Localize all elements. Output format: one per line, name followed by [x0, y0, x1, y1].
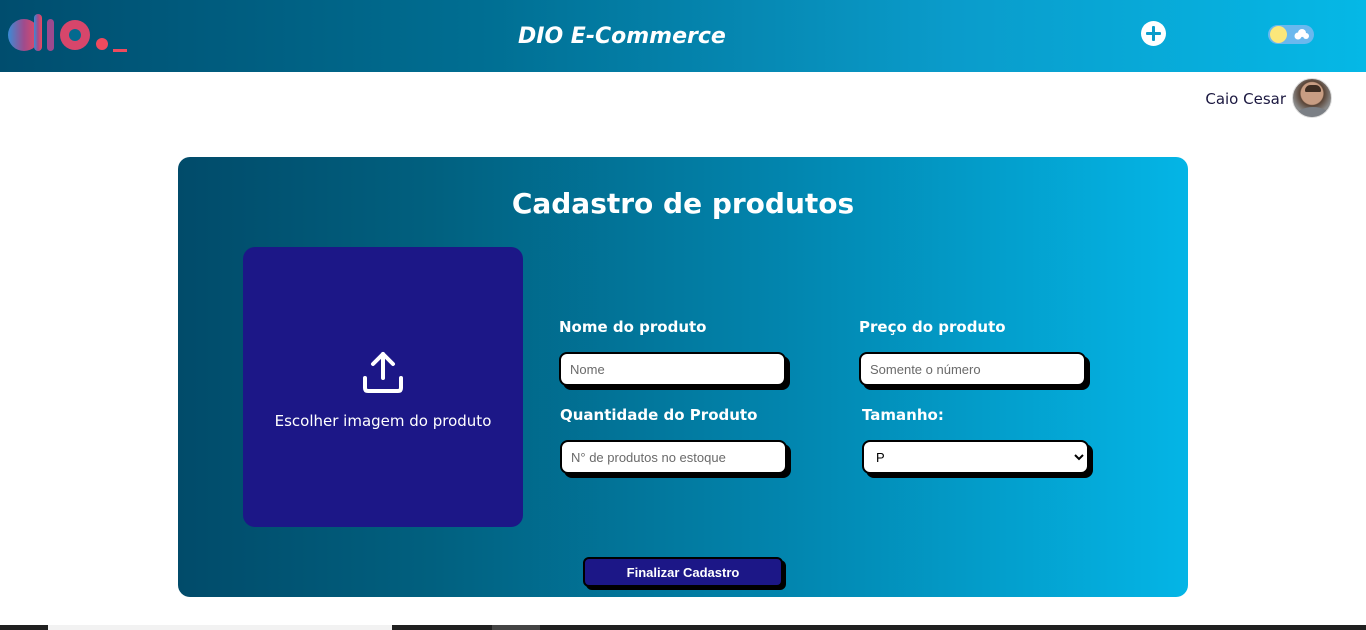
theme-toggle[interactable] [1268, 25, 1314, 44]
app-header: DIO E-Commerce [0, 0, 1366, 72]
avatar[interactable] [1292, 78, 1332, 118]
add-product-button[interactable] [1141, 21, 1166, 46]
product-form-card: Cadastro de produtos Escolher imagem do … [178, 157, 1188, 597]
avatar-hair [1305, 85, 1321, 92]
product-name-input[interactable] [559, 352, 786, 386]
product-price-input[interactable] [859, 352, 1086, 386]
taskbar-app[interactable] [492, 625, 540, 630]
taskbar-window-preview[interactable] [48, 625, 392, 630]
user-name: Caio Cesar [1205, 90, 1286, 108]
product-quantity-label: Quantidade do Produto [560, 406, 758, 424]
product-price-label: Preço do produto [859, 318, 1006, 336]
cloud-icon [1294, 29, 1309, 40]
taskbar [0, 625, 1366, 630]
dio-logo[interactable] [4, 10, 128, 56]
upload-icon [363, 352, 403, 393]
submit-button[interactable]: Finalizar Cadastro [583, 557, 783, 587]
user-profile[interactable]: Caio Cesar [1205, 78, 1332, 118]
app-title: DIO E-Commerce [518, 24, 726, 49]
upload-label: Escolher imagem do produto [274, 412, 492, 430]
avatar-shirt [1297, 107, 1329, 117]
product-size-label: Tamanho: [862, 406, 944, 424]
product-name-label: Nome do produto [559, 318, 707, 336]
form-title: Cadastro de produtos [511, 187, 855, 220]
product-quantity-input[interactable] [560, 440, 787, 474]
upload-image-area[interactable]: Escolher imagem do produto [243, 247, 523, 527]
plus-circle-icon [1146, 26, 1161, 41]
product-size-select[interactable]: P [862, 440, 1089, 474]
sun-icon [1270, 26, 1287, 43]
